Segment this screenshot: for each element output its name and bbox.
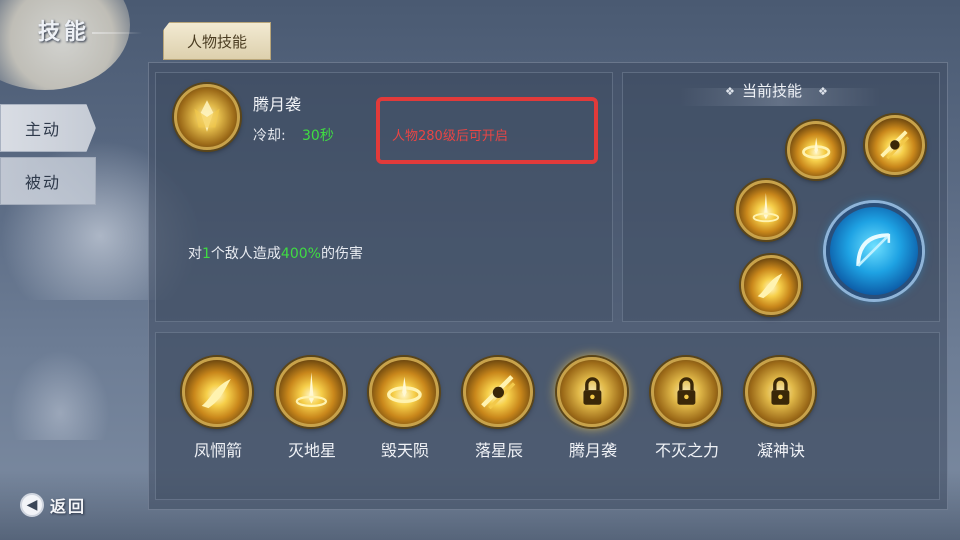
- diamond-icon: ❖: [725, 85, 735, 98]
- desc-prefix: 对: [188, 246, 202, 262]
- current-skills-title: 当前技能: [742, 82, 803, 100]
- back-arrow-icon: ◀: [20, 493, 44, 517]
- skill-list-item[interactable]: 凤惘箭: [178, 357, 258, 467]
- skill-list-label: 毁天陨: [380, 441, 429, 460]
- skill-list-icon: [369, 357, 439, 427]
- skill-list-item[interactable]: 落星辰: [459, 357, 539, 467]
- equipped-skill-slot-1[interactable]: [787, 121, 845, 179]
- back-button[interactable]: ◀ 返回: [20, 490, 100, 520]
- skill-list-icon: [651, 357, 721, 427]
- cooldown-label: 冷却:: [253, 128, 286, 144]
- crossed-blades-icon: [880, 130, 910, 160]
- skill-description: 对1个敌人造成400%的伤害: [188, 243, 363, 263]
- page-title: 技能: [38, 19, 91, 45]
- skill-list-icon: [745, 357, 815, 427]
- tab-active-skills[interactable]: 主动: [0, 104, 96, 152]
- skill-list-item[interactable]: 灭地星: [272, 357, 352, 467]
- desc-suffix: 的伤害: [320, 246, 363, 262]
- lock-icon: [583, 376, 601, 405]
- skill-list-item[interactable]: 不灭之力: [647, 357, 727, 467]
- skill-list-icon: [557, 357, 627, 427]
- skill-list-icon: [276, 357, 346, 427]
- desc-middle: 个敌人造成: [210, 246, 281, 262]
- skill-list-icon: [182, 357, 252, 427]
- lock-icon: [194, 100, 220, 132]
- equipped-skill-slot-3[interactable]: [736, 180, 796, 240]
- skill-list-item[interactable]: 凝神诀: [741, 357, 821, 467]
- desc-damage: 400%: [280, 246, 321, 262]
- star-strike-icon: [295, 371, 327, 407]
- desc-targets: 1: [202, 246, 211, 262]
- lotus-decoration: [10, 350, 110, 440]
- star-strike-icon: [752, 192, 780, 223]
- tab-passive-skills[interactable]: 被动: [0, 157, 96, 205]
- skill-list-item[interactable]: 毁天陨: [365, 357, 445, 467]
- skill-list-label: 凤惘箭: [193, 441, 242, 460]
- flame-arrow-icon: [201, 378, 231, 408]
- title-divider: [92, 32, 142, 34]
- skill-list-icon: [463, 357, 533, 427]
- bow-icon: [856, 233, 891, 268]
- unlock-notice-text: 人物280级后可开启: [392, 129, 508, 144]
- selected-skill-name: 腾月袭: [253, 95, 302, 114]
- skill-list-label: 不灭之力: [654, 441, 719, 460]
- equipped-skill-slot-4[interactable]: [741, 255, 801, 315]
- ring-burst-icon: [386, 376, 422, 403]
- cooldown-value: 30秒: [302, 128, 334, 144]
- crossed-blades-icon: [480, 374, 515, 409]
- flame-arrow-icon: [757, 273, 783, 299]
- selected-skill-icon: [174, 84, 240, 150]
- skill-list-label: 腾月袭: [568, 441, 617, 460]
- attack-button[interactable]: [826, 203, 922, 299]
- skill-list-label: 落星辰: [474, 441, 523, 460]
- diamond-icon: ❖: [818, 85, 828, 98]
- skill-list-label: 灭地星: [287, 441, 336, 460]
- equipped-skill-slot-2[interactable]: [865, 115, 925, 175]
- tab-character-skills[interactable]: 人物技能: [163, 22, 271, 60]
- skill-list-item-selected[interactable]: 腾月袭: [553, 357, 633, 467]
- skill-list-label: 凝神诀: [756, 441, 805, 460]
- lock-icon: [677, 376, 695, 405]
- lock-icon: [771, 376, 789, 405]
- ring-burst-icon: [801, 137, 831, 159]
- back-label: 返回: [50, 497, 87, 516]
